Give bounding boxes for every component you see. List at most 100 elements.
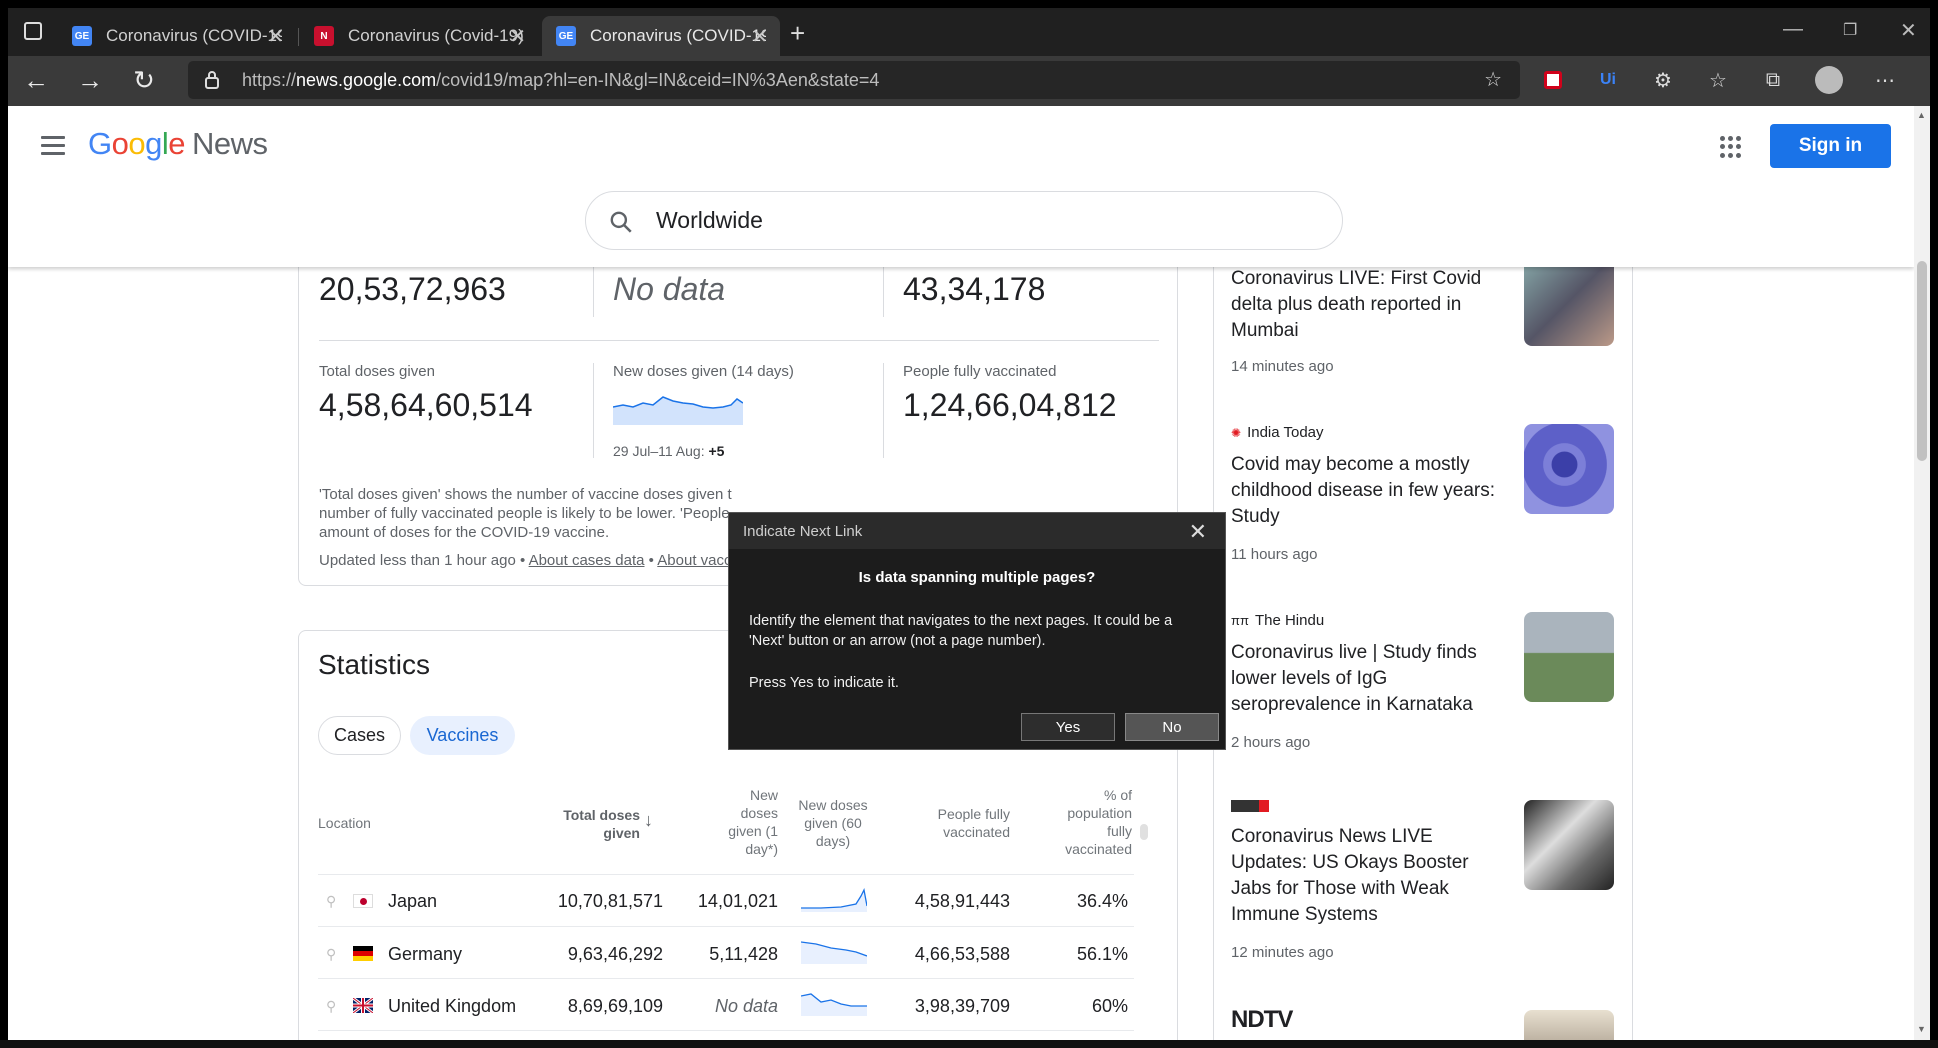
germany-flag-icon: [353, 946, 373, 961]
address-toolbar: ← → ↻ https://news.google.com/covid19/ma…: [8, 56, 1930, 106]
pin-icon[interactable]: ⚲: [326, 998, 336, 1015]
about-vaccines-link[interactable]: About vacc: [657, 552, 731, 569]
add-favorite-icon[interactable]: ☆: [1484, 67, 1502, 92]
news-title[interactable]: Covid may become a mostly childhood dise…: [1231, 452, 1506, 530]
header-line: New: [749, 787, 778, 803]
pin-icon[interactable]: ⚲: [326, 946, 336, 963]
header-line: population: [1067, 805, 1132, 821]
pin-icon[interactable]: ⚲: [326, 893, 336, 910]
tab-actions-icon[interactable]: [24, 22, 42, 40]
row-sparkline: [801, 941, 867, 964]
vaccines-chip[interactable]: Vaccines: [410, 716, 515, 755]
row-divider: [318, 1030, 1134, 1031]
header-line: Total doses: [563, 807, 640, 823]
sort-down-arrow-icon[interactable]: ↓: [644, 810, 653, 831]
table-scroll-indicator[interactable]: [1140, 824, 1148, 840]
indicate-next-link-dialog: Indicate Next Link ✕ Is data spanning mu…: [728, 512, 1226, 750]
news-thumbnail[interactable]: [1524, 424, 1614, 514]
header-line: given (1: [728, 823, 778, 839]
ui-extension-icon[interactable]: Ui: [1593, 65, 1623, 95]
col-location[interactable]: Location: [318, 814, 371, 832]
note-line: 'Total doses given' shows the number of …: [319, 486, 732, 503]
about-cases-link[interactable]: About cases data: [529, 552, 645, 569]
page-scrollbar[interactable]: ▲ ▼: [1914, 106, 1930, 1040]
col-people-fully[interactable]: People fully vaccinated: [908, 805, 1010, 841]
row-country: Germany: [388, 944, 463, 964]
profile-avatar-icon[interactable]: [1814, 65, 1844, 95]
google-news-favicon-icon: GE: [72, 26, 92, 46]
bullet-separator: •: [648, 552, 654, 569]
tab-title: Coronavirus (COVID-19) - Google News: [106, 26, 282, 45]
row-divider: [318, 926, 1134, 927]
news-title[interactable]: Coronavirus LIVE: First Covid delta plus…: [1231, 266, 1506, 344]
news-source: [1231, 800, 1269, 812]
close-tab-icon[interactable]: ✕: [509, 24, 526, 49]
news-time: 2 hours ago: [1231, 734, 1311, 751]
search-input[interactable]: Worldwide: [656, 207, 763, 234]
yes-button[interactable]: Yes: [1021, 713, 1115, 741]
refresh-icon[interactable]: ↻: [124, 60, 164, 100]
stat-value-3: 43,34,178: [903, 271, 1046, 307]
scrollbar-thumb[interactable]: [1917, 261, 1927, 461]
header-line: fully: [1107, 823, 1132, 839]
close-window-icon[interactable]: ✕: [1900, 18, 1917, 43]
total-doses-label: Total doses given: [319, 363, 435, 380]
news-thumbnail[interactable]: [1524, 612, 1614, 702]
pocket-extension-icon[interactable]: [1538, 65, 1568, 95]
minimize-icon[interactable]: —: [1783, 18, 1803, 41]
note-line: amount of doses for the COVID-19 vaccine…: [319, 524, 610, 541]
close-tab-icon[interactable]: ✕: [751, 24, 768, 49]
new-doses-range: 29 Jul–11 Aug: +5: [613, 443, 724, 459]
col-new-doses-60days: New doses given (60 days): [793, 796, 873, 850]
url-path: /covid19/map?hl=en-IN&gl=IN&ceid=IN%3Aen…: [436, 69, 880, 90]
tab-3-active[interactable]: GE Coronavirus (COVID-19) - Google News …: [542, 16, 780, 56]
tab-2[interactable]: N Coronavirus (Covid-19) Tracker: Free ✕: [300, 16, 538, 56]
doses-explanation: 'Total doses given' shows the number of …: [319, 485, 739, 542]
news-thumbnail[interactable]: [1524, 800, 1614, 890]
forward-icon[interactable]: →: [70, 60, 110, 100]
no-button[interactable]: No: [1125, 713, 1219, 741]
n-favicon-icon: N: [314, 26, 334, 46]
cases-chip[interactable]: Cases: [318, 716, 401, 755]
divider: [319, 340, 1159, 341]
news-thumbnail[interactable]: [1524, 256, 1614, 346]
search-icon[interactable]: [608, 209, 634, 235]
apps-grid-icon[interactable]: [1720, 136, 1742, 158]
back-icon[interactable]: ←: [16, 60, 56, 100]
updated-text: Updated less than 1 hour ago •: [319, 552, 526, 569]
row-country: Japan: [388, 891, 438, 911]
col-pct-fully[interactable]: % of population fully vaccinated: [1028, 786, 1132, 858]
close-tab-icon[interactable]: ✕: [267, 24, 284, 49]
scroll-down-icon[interactable]: ▼: [1917, 1024, 1926, 1034]
search-box[interactable]: Worldwide: [585, 191, 1343, 250]
scroll-up-icon[interactable]: ▲: [1917, 110, 1926, 120]
col-total-doses[interactable]: Total doses given: [528, 806, 640, 842]
google-news-logo[interactable]: Google News: [88, 126, 268, 162]
lock-icon[interactable]: [204, 70, 220, 90]
header-line: vaccinated: [943, 824, 1010, 840]
dialog-close-icon[interactable]: ✕: [1189, 519, 1207, 545]
news-title[interactable]: Coronavirus live | Study finds lower lev…: [1231, 640, 1506, 718]
news-time: 11 hours ago: [1231, 546, 1318, 563]
tab-1[interactable]: GE Coronavirus (COVID-19) - Google News …: [58, 16, 296, 56]
menu-icon[interactable]: [41, 136, 65, 155]
address-bar[interactable]: https://news.google.com/covid19/map?hl=e…: [188, 61, 1520, 99]
dialog-title: Indicate Next Link: [743, 523, 863, 540]
restore-icon[interactable]: ❐: [1843, 20, 1857, 40]
row-country: United Kingdom: [388, 996, 517, 1016]
col-new-doses-1day[interactable]: New doses given (1 day*): [698, 786, 778, 858]
header-line: given: [603, 825, 640, 841]
new-tab-icon[interactable]: +: [790, 18, 805, 49]
browser-window: GE Coronavirus (COVID-19) - Google News …: [8, 8, 1930, 1040]
news-thumbnail[interactable]: [1524, 1010, 1614, 1040]
collections-icon[interactable]: ⧉: [1758, 65, 1788, 95]
sign-in-button[interactable]: Sign in: [1770, 124, 1891, 168]
more-menu-icon[interactable]: ⋯: [1870, 65, 1900, 95]
row-total: 10,70,81,571: [557, 891, 663, 911]
row-people: 3,98,39,709: [914, 996, 1010, 1016]
extensions-icon[interactable]: ⚙: [1648, 65, 1678, 95]
url-host: news.google.com: [296, 69, 437, 90]
logo-news-text: News: [192, 126, 268, 161]
news-title[interactable]: Coronavirus News LIVE Updates: US Okays …: [1231, 824, 1506, 928]
favorites-icon[interactable]: ☆: [1703, 65, 1733, 95]
